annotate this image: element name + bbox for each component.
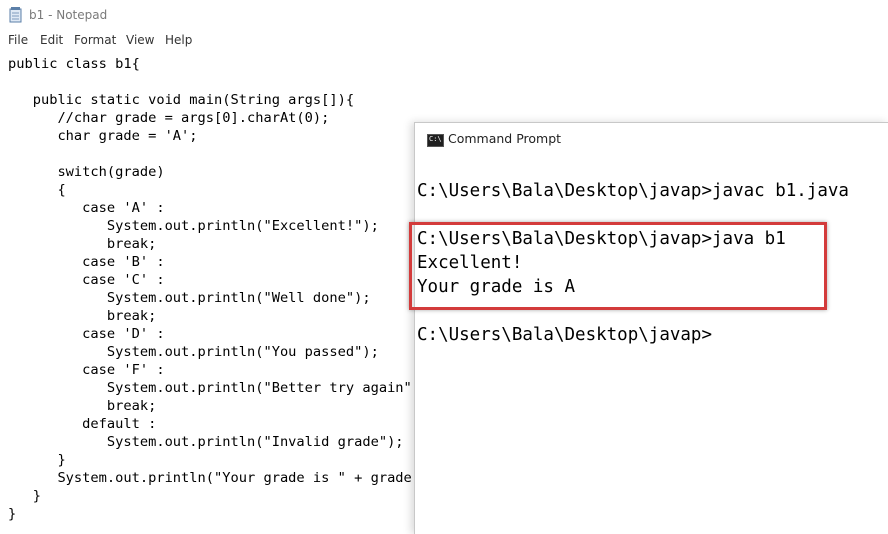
code-line: default : — [82, 416, 157, 432]
code-line: System.out.println("Well done"); — [106, 290, 371, 306]
code-line: //char grade = args[0].charAt(0); — [57, 110, 330, 126]
command-prompt-icon: C:\ — [427, 134, 444, 147]
code-line: } — [8, 506, 17, 522]
cmd-title: Command Prompt — [448, 131, 562, 146]
code-line: System.out.println("Your grade is " + gr… — [57, 470, 429, 486]
code-line: public class b1{ — [8, 56, 140, 72]
code-line: break; — [106, 308, 157, 324]
code-line: } — [32, 488, 41, 504]
code-line: case 'F' : — [82, 362, 165, 378]
code-line: case 'B' : — [82, 254, 165, 270]
notepad-title-bar[interactable]: b1 - Notepad — [0, 0, 888, 30]
code-line: System.out.println("Excellent!"); — [106, 218, 379, 234]
menu-view[interactable]: View — [126, 33, 154, 47]
code-line: } — [57, 452, 66, 468]
notepad-title: b1 - Notepad — [29, 8, 108, 22]
code-line: case 'A' : — [82, 200, 165, 216]
source-code[interactable]: public class b1{ public static void main… — [8, 55, 428, 523]
code-line: { — [57, 182, 66, 198]
cmd-title-bar[interactable]: C:\ Command Prompt — [415, 123, 888, 155]
menu-file[interactable]: File — [8, 33, 28, 47]
notepad-icon — [9, 7, 22, 23]
code-line: break; — [106, 398, 157, 414]
cmd-icon-text: C:\ — [429, 135, 442, 143]
menu-edit[interactable]: Edit — [40, 33, 63, 47]
menu-format[interactable]: Format — [74, 33, 116, 47]
code-line: case 'D' : — [82, 326, 165, 342]
code-line: char grade = 'A'; — [57, 128, 198, 144]
code-line: case 'C' : — [82, 272, 165, 288]
output-highlight-box — [409, 222, 827, 310]
notepad-menu-bar: File Edit Format View Help — [0, 30, 888, 52]
cmd-prompt[interactable]: C:\Users\Bala\Desktop\javap> — [417, 325, 712, 345]
menu-help[interactable]: Help — [165, 33, 192, 47]
code-line: switch(grade) — [57, 164, 165, 180]
cmd-line-javac: C:\Users\Bala\Desktop\javap>javac b1.jav… — [417, 181, 849, 201]
code-line: System.out.println("You passed"); — [106, 344, 379, 360]
code-line: System.out.println("Invalid grade"); — [106, 434, 404, 450]
command-prompt-window: C:\ Command Prompt C:\Users\Bala\Desktop… — [414, 122, 888, 534]
code-line: System.out.println("Better try again"); — [106, 380, 429, 396]
code-line: break; — [106, 236, 157, 252]
code-line: public static void main(String args[]){ — [32, 92, 355, 108]
